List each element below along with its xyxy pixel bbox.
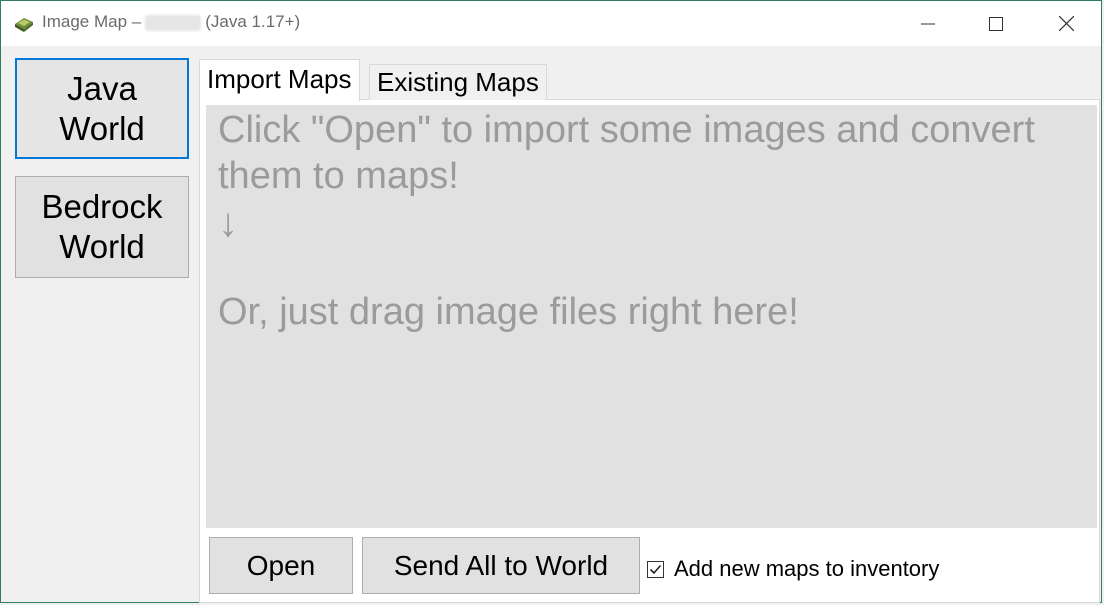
window-title-suffix: (Java 1.17+) [205, 12, 301, 31]
maximize-icon [989, 16, 1003, 31]
app-map-icon [15, 18, 33, 32]
image-drop-area[interactable]: Click "Open" to import some images and c… [206, 105, 1097, 528]
drop-instruction-drag: Or, just drag image files right here! [218, 291, 799, 333]
close-icon [1058, 16, 1074, 31]
minimize-button[interactable] [905, 1, 951, 46]
down-arrow-icon: ↓ [218, 201, 238, 245]
window-title: Image Map – (Java 1.17+) [42, 12, 300, 32]
title-bar[interactable]: Image Map – (Java 1.17+) [1, 1, 1101, 46]
add-to-inventory-label: Add new maps to inventory [674, 556, 940, 581]
send-all-to-world-button[interactable]: Send All to World [362, 537, 640, 594]
checkmark-icon [649, 564, 662, 574]
bedrock-world-button[interactable]: Bedrock World [15, 176, 189, 278]
tab-import-maps[interactable]: Import Maps [199, 59, 360, 101]
java-world-button[interactable]: Java World [15, 58, 189, 159]
minimize-icon [921, 23, 935, 24]
open-button[interactable]: Open [209, 537, 353, 594]
redacted-world-name [145, 14, 202, 31]
drop-instruction-open: Click "Open" to import some images and c… [218, 109, 1035, 197]
bedrock-world-label: Bedrock World [41, 188, 163, 265]
add-to-inventory-checkbox[interactable] [647, 560, 664, 578]
maximize-button[interactable] [973, 1, 1019, 46]
tab-existing-maps[interactable]: Existing Maps [369, 64, 547, 100]
add-to-inventory-option[interactable]: Add new maps to inventory [647, 556, 939, 582]
java-world-label: Java World [59, 69, 145, 147]
window-title-prefix: Image Map – [42, 12, 142, 31]
close-button[interactable] [1043, 1, 1089, 46]
drop-instructions: Click "Open" to import some images and c… [218, 107, 1088, 335]
app-window: Image Map – (Java 1.17+) Java World Bedro… [0, 0, 1102, 603]
